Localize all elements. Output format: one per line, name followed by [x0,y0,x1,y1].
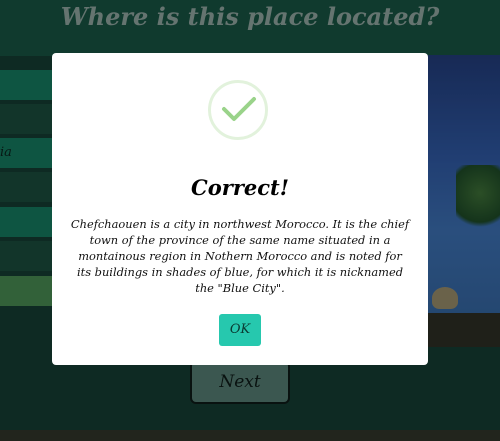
dialog-message: Chefchaouen is a city in northwest Moroc… [70,217,410,295]
result-dialog: Correct! Chefchaouen is a city in northw… [52,53,428,365]
dialog-title: Correct! [191,175,289,200]
success-icon-ring [208,80,268,140]
check-icon [222,97,256,121]
ok-button[interactable]: OK [219,314,261,346]
